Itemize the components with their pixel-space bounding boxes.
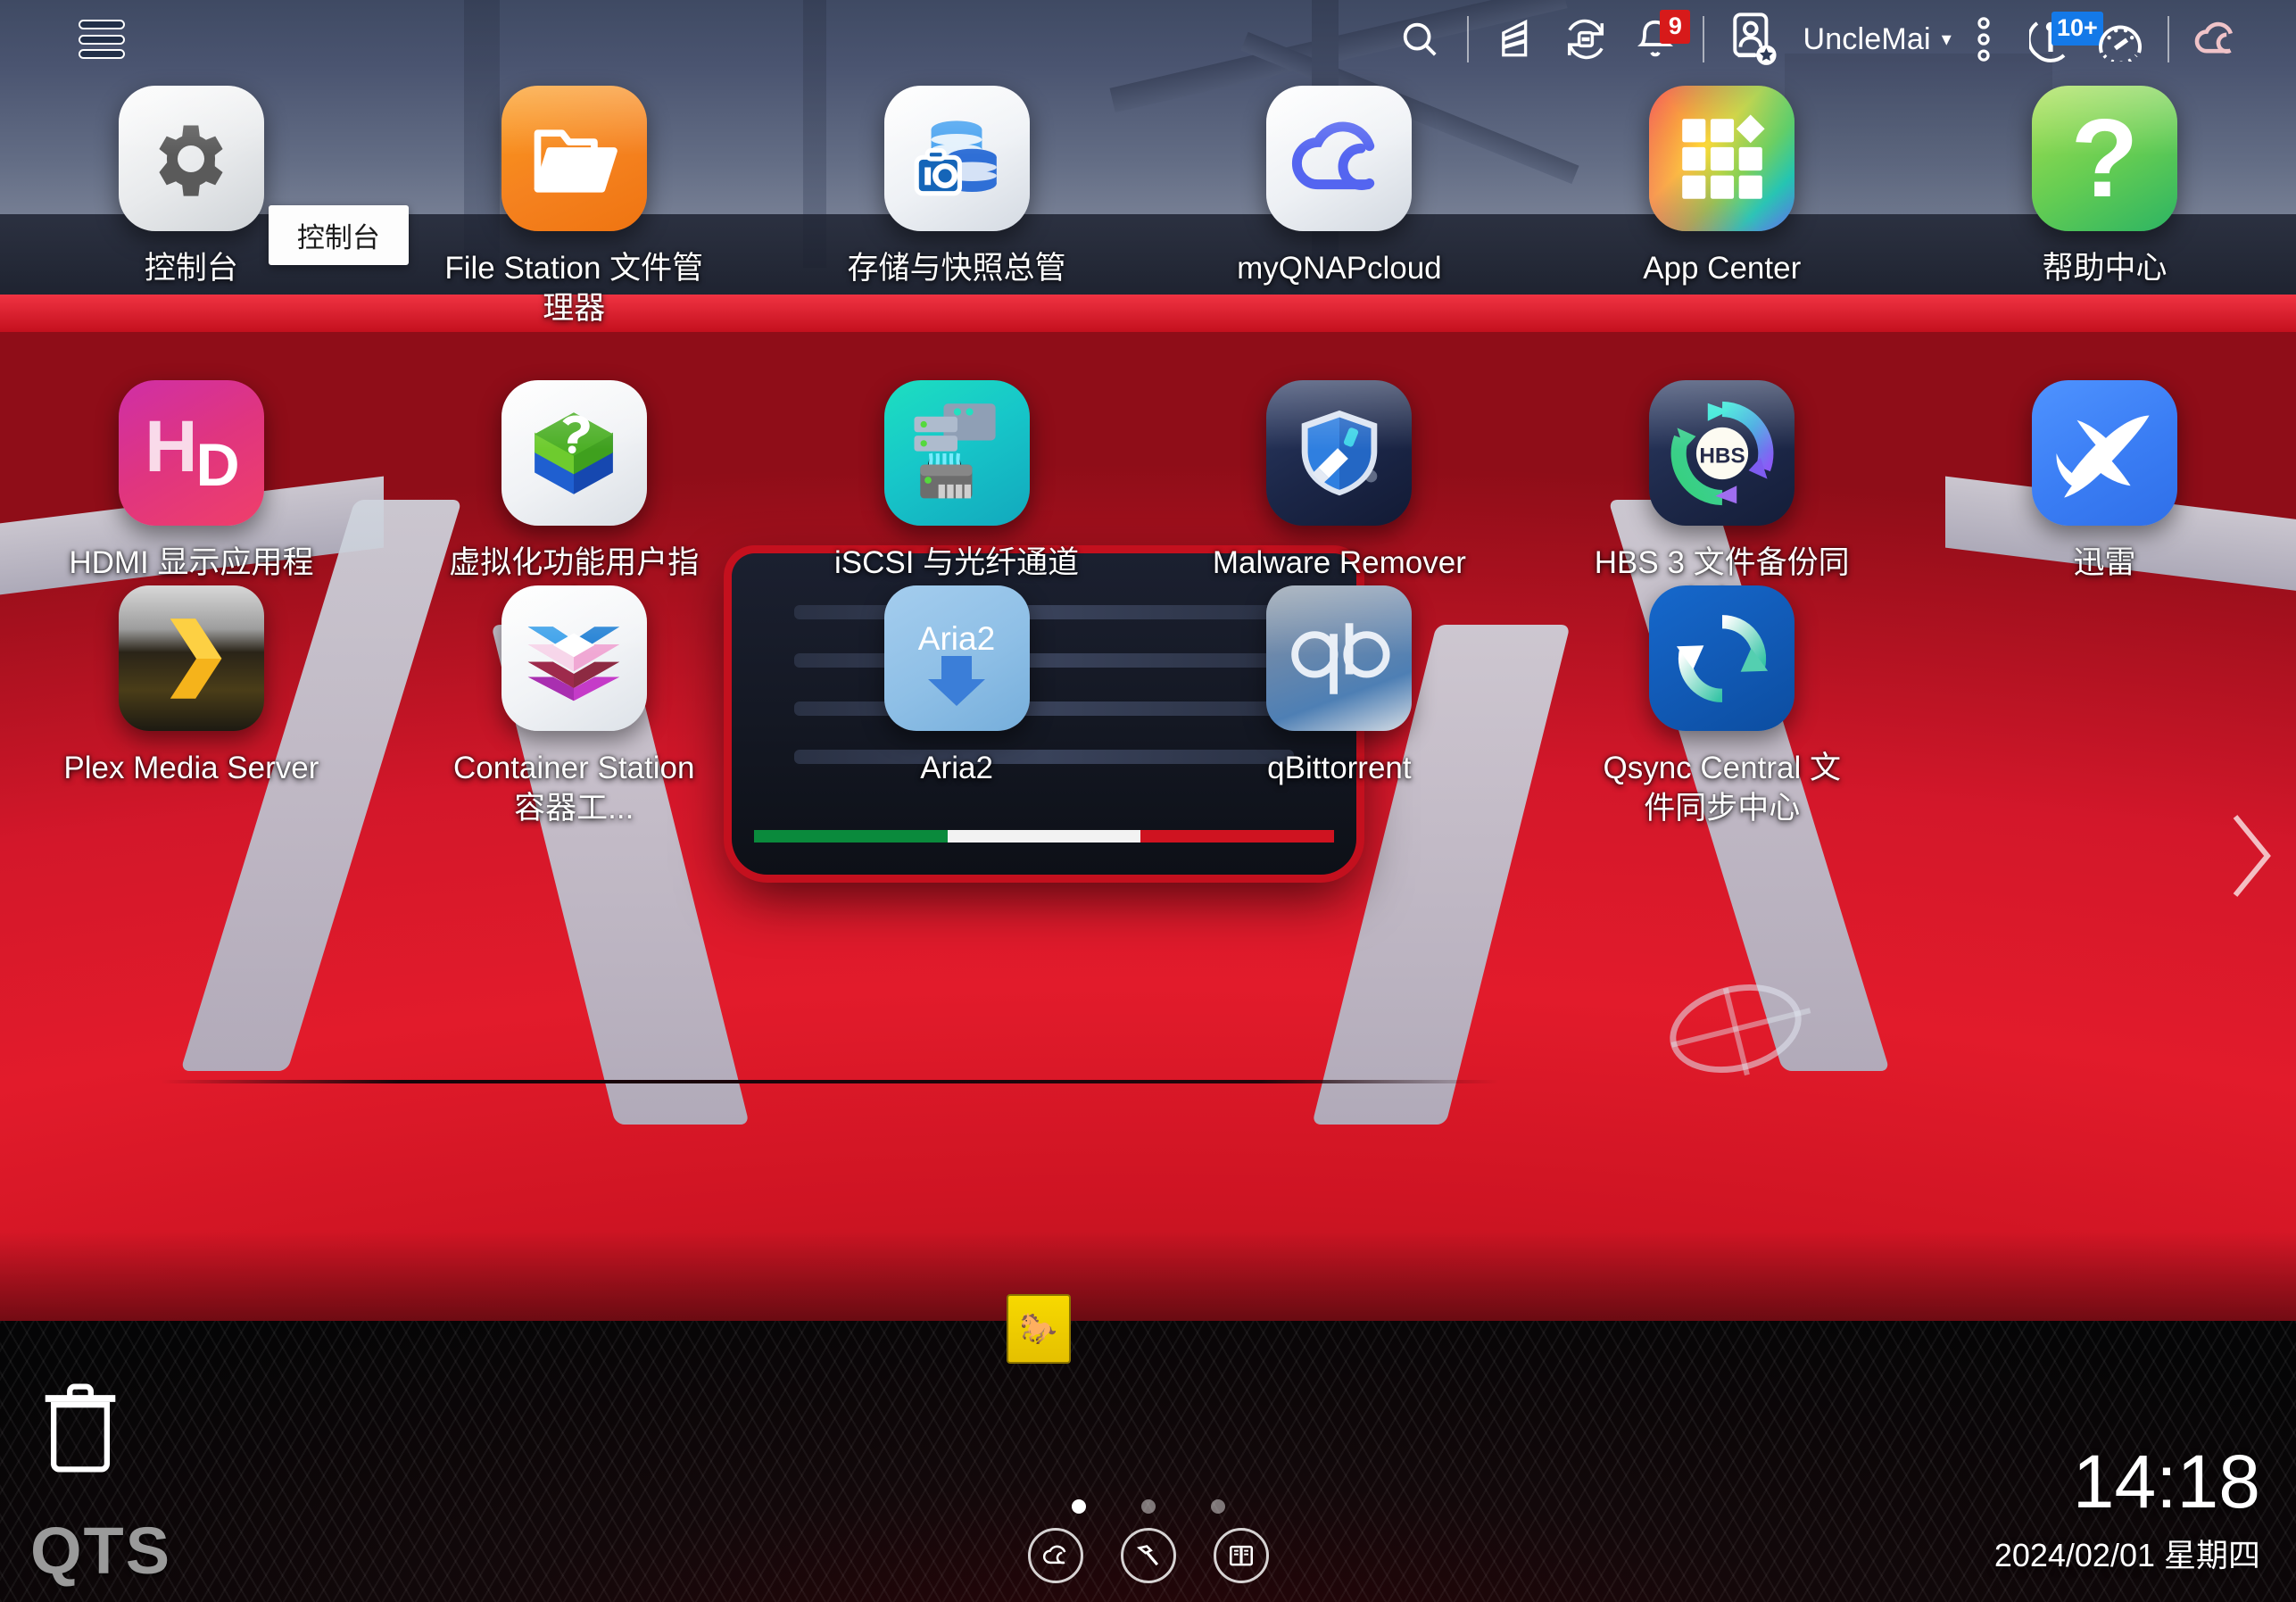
chevron-right-icon[interactable]	[2223, 808, 2276, 904]
username-label: UncleMai	[1803, 21, 1931, 56]
wallpaper-emblem: 🐎	[1007, 1294, 1071, 1364]
page-dot-3[interactable]	[1210, 1499, 1225, 1514]
background-task-icon[interactable]: 10+	[2016, 4, 2103, 74]
app-label: Qsync Central 文件同步中心	[1603, 751, 1841, 826]
desktop-app-help-center[interactable]: ? 帮助中心	[1913, 86, 2296, 329]
app-label: 迅雷	[2073, 545, 2136, 580]
desktop-icon-grid: 控制台 控制台 File Station 文件管理器 存储与快照总管 myQNA…	[0, 86, 2296, 1157]
app-center-icon[interactable]	[1649, 86, 1795, 231]
user-profile-icon[interactable]	[1717, 4, 1794, 74]
qts-logo: QTS	[30, 1514, 172, 1588]
clock-time: 14:18	[2072, 1440, 2260, 1523]
desktop-app-file-station[interactable]: File Station 文件管理器	[383, 86, 766, 329]
desktop-app-control-panel[interactable]: 控制台 控制台	[0, 86, 409, 329]
page-indicator-dots	[1071, 1499, 1225, 1514]
clock-date: 2024/02/01 星期四	[1993, 1537, 2260, 1573]
cloud-icon[interactable]	[1027, 1528, 1083, 1583]
search-icon[interactable]	[1385, 4, 1455, 74]
container-station-icon[interactable]	[501, 585, 647, 731]
trash-icon[interactable]	[37, 1379, 123, 1477]
desktop-app-plex-media-server[interactable]: Plex Media Server	[0, 585, 383, 829]
malware-remover-icon[interactable]	[1266, 380, 1413, 526]
storage-snapshots-icon[interactable]	[883, 86, 1030, 231]
notification-count-badge: 9	[1660, 10, 1691, 44]
hamburger-menu-icon[interactable]	[79, 20, 125, 59]
toolbar-divider	[1703, 16, 1705, 62]
resource-monitor-icon[interactable]	[1481, 4, 1551, 74]
desktop-app-myqnapcloud[interactable]: myQNAPcloud	[1148, 86, 1530, 329]
app-label: 帮助中心	[2042, 251, 2168, 286]
dock-buttons	[1027, 1528, 1269, 1583]
app-label: Container Station 容器工...	[453, 751, 695, 826]
app-label: Aria2	[920, 751, 993, 785]
chevron-down-icon: ▾	[1941, 28, 1952, 50]
qbittorrent-icon[interactable]	[1266, 585, 1413, 731]
desktop-empty-slot	[1913, 585, 2296, 829]
username-menu[interactable]: UncleMai ▾	[1803, 22, 1952, 57]
qsync-central-icon[interactable]	[1649, 585, 1795, 731]
hammer-tool-icon[interactable]	[1120, 1528, 1176, 1583]
qnap-cloud-icon[interactable]	[2182, 4, 2251, 74]
desktop-dock	[1027, 1499, 1269, 1583]
myqnapcloud-icon[interactable]	[1266, 86, 1413, 231]
page-dot-1[interactable]	[1071, 1499, 1086, 1514]
app-label: App Center	[1643, 251, 1802, 286]
svg-text:Aria2: Aria2	[918, 620, 995, 657]
notification-bell-icon[interactable]: 9	[1620, 4, 1691, 74]
page-dot-2[interactable]	[1140, 1499, 1156, 1514]
backup-sync-icon[interactable]	[1551, 4, 1620, 74]
app-label: 存储与快照总管	[847, 251, 1066, 286]
plex-media-server-icon[interactable]	[118, 585, 264, 731]
desktop-app-app-center[interactable]: App Center	[1530, 86, 1913, 329]
app-tooltip: 控制台	[268, 205, 409, 265]
desktop-app-qbittorrent[interactable]: qBittorrent	[1148, 585, 1530, 829]
help-center-icon[interactable]: ?	[2032, 86, 2178, 231]
desktop-app-aria2[interactable]: Aria2 Aria2	[766, 585, 1148, 829]
aria2-icon[interactable]: Aria2	[883, 585, 1030, 731]
toolbar-left-group	[0, 20, 125, 59]
app-label: Malware Remover	[1212, 545, 1466, 580]
book-icon[interactable]	[1213, 1528, 1269, 1583]
control-panel-icon[interactable]	[118, 86, 264, 231]
app-label: Plex Media Server	[63, 751, 319, 785]
toolbar-divider	[2168, 16, 2169, 62]
desktop-app-storage-snapshots[interactable]: 存储与快照总管	[766, 86, 1148, 329]
app-label: myQNAPcloud	[1237, 251, 1442, 286]
desktop-row-1: 控制台 控制台 File Station 文件管理器 存储与快照总管 myQNA…	[0, 86, 2296, 329]
hdmi-display-app-icon[interactable]: HD	[118, 380, 264, 526]
xunlei-icon[interactable]	[2032, 380, 2178, 526]
desktop-row-3: Plex Media Server Container Station 容器工.…	[0, 585, 2296, 829]
top-toolbar: 9 UncleMai ▾ 10+	[0, 0, 2296, 79]
more-vertical-icon[interactable]	[1952, 4, 2016, 74]
app-label: qBittorrent	[1267, 751, 1412, 785]
svg-text:HBS: HBS	[1699, 444, 1745, 468]
app-label: iSCSI 与光纤通道	[833, 545, 1080, 580]
hbs3-icon[interactable]: HBS	[1649, 380, 1795, 526]
toolbar-divider	[1467, 16, 1470, 62]
iscsi-fibre-channel-icon[interactable]	[883, 380, 1030, 526]
desktop-app-container-station[interactable]: Container Station 容器工...	[383, 585, 766, 829]
app-label: File Station 文件管理器	[444, 251, 704, 326]
desktop-clock: 14:18 2024/02/01 星期四	[1994, 1444, 2260, 1576]
toolbar-right-group: 9 UncleMai ▾ 10+	[1385, 4, 2296, 74]
file-station-icon[interactable]	[501, 86, 647, 231]
dashboard-gauge-icon[interactable]	[2085, 4, 2155, 74]
virtualization-guide-icon[interactable]	[501, 380, 647, 526]
desktop-app-qsync-central[interactable]: Qsync Central 文件同步中心	[1530, 585, 1913, 829]
